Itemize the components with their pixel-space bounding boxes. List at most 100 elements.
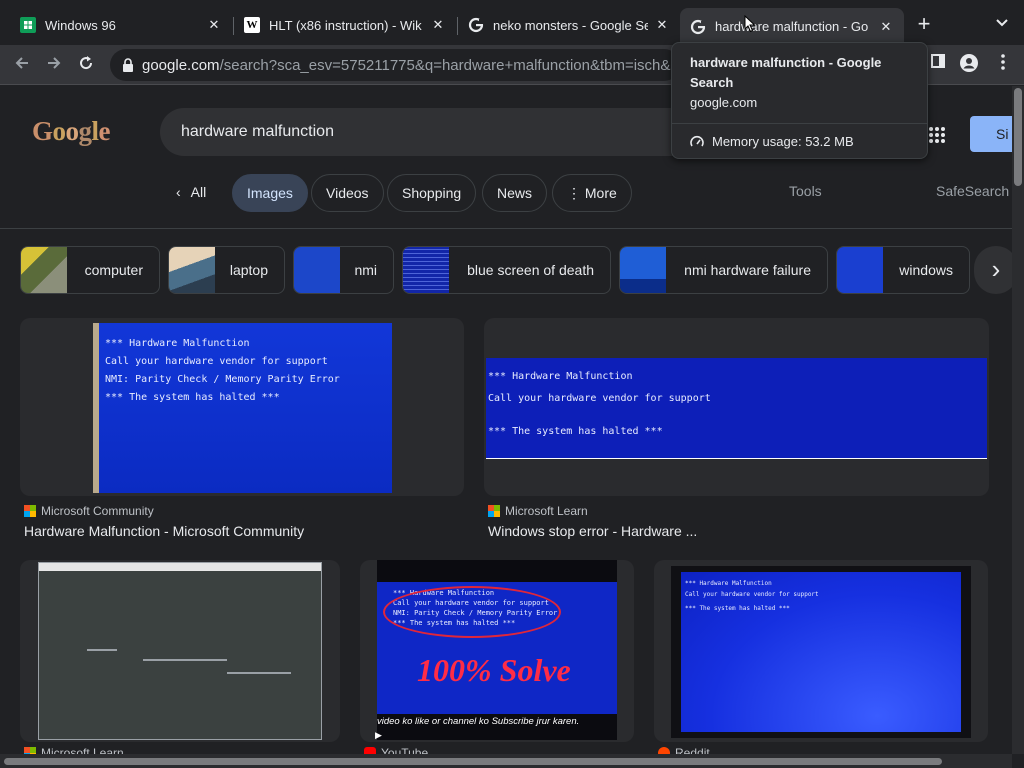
related-search-chip[interactable]: windows <box>836 246 970 294</box>
result-image: *** Hardware Malfunction Call your hardw… <box>486 358 987 459</box>
side-panel-icon[interactable] <box>926 53 950 77</box>
vertical-scrollbar[interactable] <box>1012 86 1024 754</box>
wikipedia-icon: W <box>244 17 260 33</box>
related-thumbnail <box>837 247 883 293</box>
bsod-line: Call your hardware vendor for support <box>488 393 711 404</box>
url-path: /search?sca_esv=575211775&q=hardware+mal… <box>219 56 678 74</box>
result-source[interactable]: Microsoft Learn <box>24 746 124 754</box>
related-search-chip[interactable]: laptop <box>168 246 285 294</box>
source-name: Microsoft Community <box>41 504 154 518</box>
tools-button[interactable]: Tools <box>789 183 822 199</box>
search-query: hardware malfunction <box>181 123 334 140</box>
result-source[interactable]: Microsoft Community <box>24 504 154 518</box>
image-result[interactable] <box>20 560 340 742</box>
google-icon <box>690 19 706 35</box>
chevron-left-icon: ‹ <box>176 184 181 200</box>
tab-neko-monsters[interactable]: neko monsters - Google Se ✕ <box>458 8 680 42</box>
back-to-all-chip[interactable]: ‹ All <box>164 174 220 212</box>
bsod-line: *** The system has halted *** <box>105 392 280 403</box>
reload-icon[interactable] <box>73 53 99 79</box>
tab-videos[interactable]: Videos <box>311 174 384 212</box>
close-icon[interactable]: ✕ <box>878 19 894 35</box>
search-input[interactable]: hardware malfunction <box>160 108 720 156</box>
google-doodle-logo[interactable]: Google <box>32 116 111 147</box>
tab-images[interactable]: Images <box>232 174 308 212</box>
chevron-down-icon[interactable] <box>992 16 1012 34</box>
close-icon[interactable]: ✕ <box>430 17 446 33</box>
sheets-icon <box>20 17 36 33</box>
lock-icon <box>122 58 134 72</box>
forward-arrow-icon[interactable] <box>41 53 67 79</box>
more-dots-icon: ⋮ <box>567 185 585 201</box>
bsod-screen: *** Hardware Malfunction Call your hardw… <box>377 582 617 714</box>
tab-shopping[interactable]: Shopping <box>387 174 477 212</box>
image-result[interactable]: *** Hardware Malfunction Call your hardw… <box>654 560 988 742</box>
related-thumbnail <box>294 247 340 293</box>
hover-card-title: hardware malfunction - Google Search <box>690 55 882 90</box>
youtube-logo-icon <box>364 747 376 754</box>
tab-more[interactable]: ⋮ More <box>552 174 632 212</box>
horizontal-scrollbar[interactable] <box>0 754 1012 768</box>
scrollbar-thumb[interactable] <box>1014 88 1022 186</box>
result-source[interactable]: Reddit <box>658 746 710 754</box>
result-source[interactable]: Microsoft Learn <box>488 504 588 518</box>
kebab-menu-icon[interactable] <box>991 53 1015 77</box>
tab-title: hardware malfunction - Go <box>715 19 869 34</box>
related-search-chip[interactable]: computer <box>20 246 160 294</box>
google-icon <box>468 17 484 33</box>
play-icon[interactable]: ▶ <box>375 730 382 741</box>
result-source[interactable]: YouTube <box>364 746 428 754</box>
bsod-line: *** Hardware Malfunction <box>488 371 633 382</box>
back-arrow-icon[interactable] <box>9 53 35 79</box>
window-titlebar <box>39 563 321 571</box>
hover-card-divider <box>672 123 927 124</box>
bsod-line: *** The system has halted *** <box>685 605 790 612</box>
address-bar[interactable]: google.com/search?sca_esv=575211775&q=ha… <box>110 49 680 81</box>
scrollbar-thumb[interactable] <box>4 758 942 765</box>
result-title[interactable]: Hardware Malfunction - Microsoft Communi… <box>24 523 304 539</box>
gauge-icon <box>690 135 704 149</box>
related-label: blue screen of death <box>467 262 594 278</box>
new-tab-plus-icon[interactable]: + <box>913 13 935 36</box>
microsoft-logo-icon <box>24 505 36 517</box>
related-label: windows <box>899 262 953 278</box>
related-search-chip[interactable]: blue screen of death <box>402 246 611 294</box>
bsod-line: *** Hardware Malfunction <box>105 338 250 349</box>
chip-label: More <box>584 185 617 201</box>
related-label: nmi <box>354 262 377 278</box>
close-icon[interactable]: ✕ <box>654 17 670 33</box>
safesearch-button[interactable]: SafeSearch <box>936 183 1009 199</box>
close-icon[interactable]: ✕ <box>206 17 222 33</box>
source-name: Reddit <box>675 746 710 754</box>
header-divider <box>0 228 1012 229</box>
tab-windows-96[interactable]: Windows 96 ✕ <box>10 8 232 42</box>
tab-hover-card: hardware malfunction - Google Search goo… <box>671 42 928 159</box>
chevron-right-icon[interactable]: › <box>974 246 1012 294</box>
image-result[interactable]: *** Hardware Malfunction Call your hardw… <box>360 560 634 742</box>
search-filter-bar: ‹ All Images Videos Shopping News ⋮ More … <box>0 174 1012 214</box>
bsod-line: *** The system has halted *** <box>488 426 663 437</box>
mouse-cursor-icon <box>744 14 756 38</box>
related-thumbnail <box>21 247 67 293</box>
red-circle-annotation <box>383 586 561 638</box>
result-title[interactable]: Windows stop error - Hardware ... <box>488 523 697 539</box>
apps-grid-icon[interactable] <box>928 126 946 144</box>
sign-in-button[interactable]: Si <box>970 116 1012 152</box>
tab-hardware-malfunction[interactable]: hardware malfunction - Go ✕ <box>680 8 904 45</box>
image-result[interactable]: *** Hardware Malfunction Call your hardw… <box>484 318 989 496</box>
tab-news[interactable]: News <box>482 174 548 212</box>
tab-hlt-wikipedia[interactable]: W HLT (x86 instruction) - Wik ✕ <box>234 8 456 42</box>
related-thumbnail <box>620 247 666 293</box>
profile-avatar-icon[interactable] <box>957 53 981 77</box>
bsod-line: NMI: Parity Check / Memory Parity Error <box>105 374 340 385</box>
bsod-line <box>488 410 987 421</box>
bsod-line: *** Hardware Malfunction <box>685 580 772 587</box>
chip-label: All <box>190 184 207 200</box>
bsod-line: Call your hardware vendor for support <box>105 356 328 367</box>
image-result[interactable]: *** Hardware Malfunction Call your hardw… <box>20 318 464 496</box>
result-image: *** Hardware Malfunction Call your hardw… <box>375 560 617 741</box>
related-label: computer <box>84 262 143 278</box>
result-image: *** Hardware Malfunction Call your hardw… <box>93 323 392 493</box>
related-search-chip[interactable]: nmi hardware failure <box>619 246 828 294</box>
related-search-chip[interactable]: nmi <box>293 246 394 294</box>
